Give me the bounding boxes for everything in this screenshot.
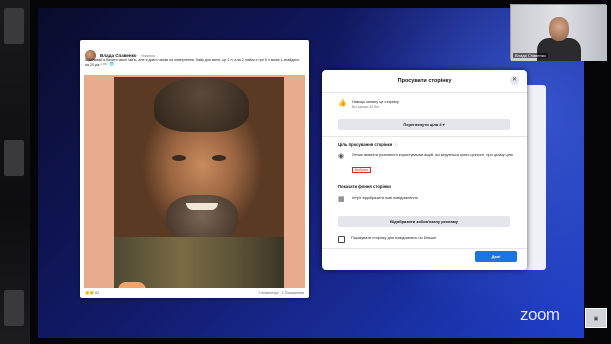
goal-option-text: Легше вивезти розповісти користувачам ак… [352, 153, 513, 157]
post-text: Щасливий я бачити свою сім'ю, але я довг… [85, 58, 300, 67]
self-view-thumbnail[interactable]: ▣ [585, 308, 607, 328]
ad-preview-button[interactable]: Відобразити зобов'язану рекламу [338, 216, 510, 227]
zoom-logo: zoom [520, 305, 560, 324]
grid-icon: ▦ [338, 196, 345, 203]
dialog-title: Просувати сторінку [397, 78, 452, 84]
left-eye [172, 155, 186, 161]
promote-page-dialog: Просувати сторінку ✕ 👍 Навіщо каналу це … [322, 70, 527, 270]
post-image[interactable] [84, 75, 305, 288]
next-button[interactable]: Далі [475, 251, 517, 262]
screen-share: Влада Спавенко Новинка 1 хв · 🌐 Щасливий… [0, 0, 611, 344]
smile [186, 203, 218, 210]
portrait-photo [114, 77, 284, 288]
select-highlight[interactable]: Вибрати [352, 167, 372, 173]
goal-option[interactable]: ◉ Легше вивезти розповісти користувачам … [338, 153, 523, 176]
participant-thumbnail[interactable] [4, 290, 24, 326]
divider [322, 248, 527, 249]
goal-section-label: Ціль просування сторінки [338, 142, 393, 147]
row1-sub: Всі записи 30 бот [352, 105, 380, 109]
reactions-count[interactable]: 🙂🙂 83 [85, 291, 99, 295]
close-icon[interactable]: ✕ [510, 76, 519, 85]
divider [322, 136, 527, 137]
post-footer: 🙂🙂 83 3 Коментарі · 1 Поширення [85, 291, 304, 295]
info-icon[interactable]: ⓘ [393, 142, 397, 147]
hair [154, 77, 249, 132]
camera-icon: ▣ [593, 316, 599, 322]
preview-section-title: Показати фоння сторінки [338, 184, 391, 189]
goal-section-title: Ціль просування сторінки ⓘ [338, 142, 398, 148]
webcam-video[interactable]: Влада Спавенко [510, 4, 607, 61]
presenter-head [549, 17, 569, 41]
divider [322, 92, 527, 93]
comments-shares[interactable]: 3 Коментарі · 1 Поширення [258, 291, 304, 295]
right-eye [212, 155, 226, 161]
participant-thumbnail[interactable] [4, 8, 24, 44]
checkbox-text: Показувати сторінку для повідомлень чи б… [351, 236, 437, 240]
radio-icon[interactable]: ◉ [338, 153, 346, 161]
facebook-post: Влада Спавенко Новинка 1 хв · 🌐 Щасливий… [80, 40, 309, 298]
burger-emoji-icon [118, 282, 146, 288]
preview-button[interactable]: Переглянути ціла 3 ▾ [338, 119, 510, 130]
checkbox-row[interactable]: Показувати сторінку для повідомлень чи б… [338, 236, 523, 243]
thumbs-up-icon: 👍 [338, 100, 347, 107]
participant-strip [0, 0, 30, 344]
checkbox[interactable] [338, 236, 345, 243]
preview-option[interactable]: ▦ Інтуїт відобразити нові повідомлення [338, 196, 523, 204]
preview-option-text: Інтуїт відобразити нові повідомлення [352, 196, 418, 200]
presenter-name: Влада Спавенко [513, 53, 548, 58]
jacket [114, 237, 284, 288]
participant-thumbnail[interactable] [4, 140, 24, 176]
page-row: 👍 Навіщо каналу це сторінку Всі записи 3… [338, 100, 523, 109]
